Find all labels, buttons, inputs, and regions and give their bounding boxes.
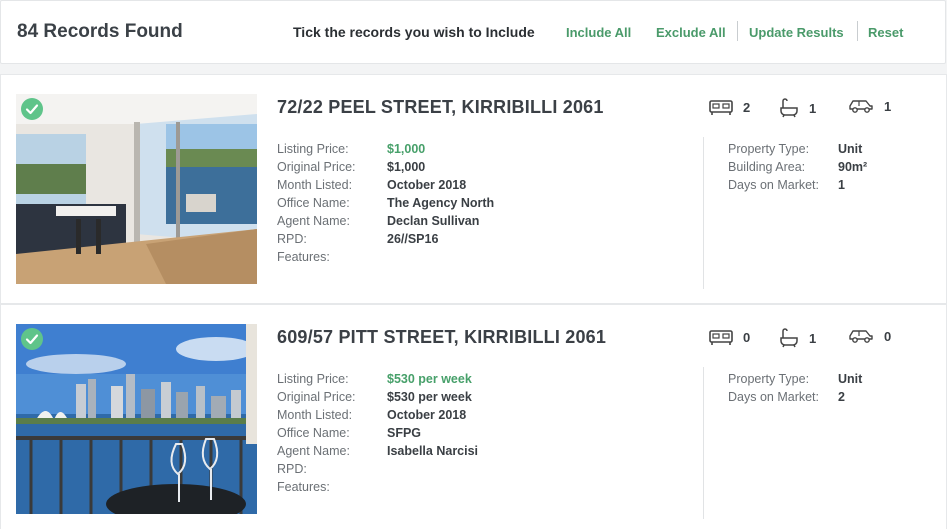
harbour-view-image <box>16 324 257 514</box>
results-header: 84 Records Found Tick the records you wi… <box>0 0 946 64</box>
listing-price-label: Listing Price: <box>277 372 349 386</box>
property-type-label: Property Type: <box>728 142 810 156</box>
month-listed-value: October 2018 <box>387 178 467 192</box>
baths-count: 1 <box>809 100 817 116</box>
property-attributes: Property Type: Unit Days on Market: 2 <box>728 370 862 406</box>
interior-image <box>16 94 257 284</box>
cars-stat: 1 <box>848 98 891 114</box>
cars-stat: 0 <box>848 328 891 344</box>
office-name-label: Office Name: <box>277 196 350 210</box>
separator <box>737 21 738 41</box>
days-on-market-label: Days on Market: <box>728 178 820 192</box>
original-price-label: Original Price: <box>277 160 356 174</box>
month-listed-label: Month Listed: <box>277 408 353 422</box>
exclude-all-link[interactable]: Exclude All <box>656 25 726 40</box>
record-card: 72/22 PEEL STREET, KIRRIBILLI 2061 Listi… <box>0 74 947 304</box>
agent-name-value: Isabella Narcisi <box>387 444 479 458</box>
month-listed-label: Month Listed: <box>277 178 353 192</box>
reset-link[interactable]: Reset <box>868 25 903 40</box>
property-photo[interactable] <box>16 94 257 284</box>
selected-check-icon[interactable] <box>21 98 43 120</box>
listing-price-value: $1,000 <box>387 142 426 156</box>
property-type-value: Unit <box>838 142 863 156</box>
cars-count: 1 <box>884 98 892 114</box>
bath-icon <box>780 98 798 118</box>
car-icon <box>849 330 873 343</box>
property-attributes: Property Type: Unit Building Area: 90m² Da… <box>728 140 867 194</box>
office-name-value: SFPG <box>387 426 422 440</box>
rpd-label: RPD: <box>277 462 307 476</box>
original-price-label: Original Price: <box>277 390 356 404</box>
update-results-link[interactable]: Update Results <box>749 25 844 40</box>
office-name-value: The Agency North <box>387 196 495 210</box>
records-count: 84 Records Found <box>17 21 183 42</box>
baths-count: 1 <box>809 330 817 346</box>
features-label: Features: <box>277 250 330 264</box>
property-type-label: Property Type: <box>728 372 810 386</box>
building-area-value: 90m² <box>838 160 868 174</box>
days-on-market-value: 2 <box>838 390 845 404</box>
record-card: 609/57 PITT STREET, KIRRIBILLI 2061 List… <box>0 304 947 529</box>
property-type-value: Unit <box>838 372 863 386</box>
office-name-label: Office Name: <box>277 426 350 440</box>
building-area-label: Building Area: <box>728 160 806 174</box>
separator <box>857 21 858 41</box>
beds-stat: 2 <box>709 98 750 116</box>
agent-name-label: Agent Name: <box>277 444 350 458</box>
listing-details: Listing Price: $530 per week Original Pri… <box>277 370 478 496</box>
beds-count: 2 <box>743 99 751 115</box>
original-price-value: $1,000 <box>387 160 426 174</box>
column-divider <box>703 367 704 519</box>
days-on-market-value: 1 <box>838 178 845 192</box>
baths-stat: 1 <box>779 98 816 118</box>
original-price-value: $530 per week <box>387 390 472 404</box>
tick-instruction: Tick the records you wish to Include <box>293 24 535 40</box>
listing-price-label: Listing Price: <box>277 142 349 156</box>
property-photo[interactable] <box>16 324 257 514</box>
bed-icon <box>709 330 733 345</box>
rpd-label: RPD: <box>277 232 307 246</box>
agent-name-value: Declan Sullivan <box>387 214 480 228</box>
days-on-market-label: Days on Market: <box>728 390 820 404</box>
bath-icon <box>780 328 798 348</box>
month-listed-value: October 2018 <box>387 408 467 422</box>
listing-details: Listing Price: $1,000 Original Price: $1,0… <box>277 140 494 266</box>
baths-stat: 1 <box>779 328 816 348</box>
features-label: Features: <box>277 480 330 494</box>
selected-check-icon[interactable] <box>21 328 43 350</box>
listing-price-value: $530 per week <box>387 372 472 386</box>
column-divider <box>703 137 704 289</box>
beds-count: 0 <box>743 329 751 345</box>
property-address[interactable]: 609/57 PITT STREET, KIRRIBILLI 2061 <box>277 327 606 348</box>
bed-icon <box>709 100 733 115</box>
car-icon <box>849 100 873 113</box>
rpd-value: 26//SP16 <box>387 232 439 246</box>
agent-name-label: Agent Name: <box>277 214 350 228</box>
beds-stat: 0 <box>709 328 750 346</box>
include-all-link[interactable]: Include All <box>566 25 631 40</box>
cars-count: 0 <box>884 328 892 344</box>
property-address[interactable]: 72/22 PEEL STREET, KIRRIBILLI 2061 <box>277 97 604 118</box>
